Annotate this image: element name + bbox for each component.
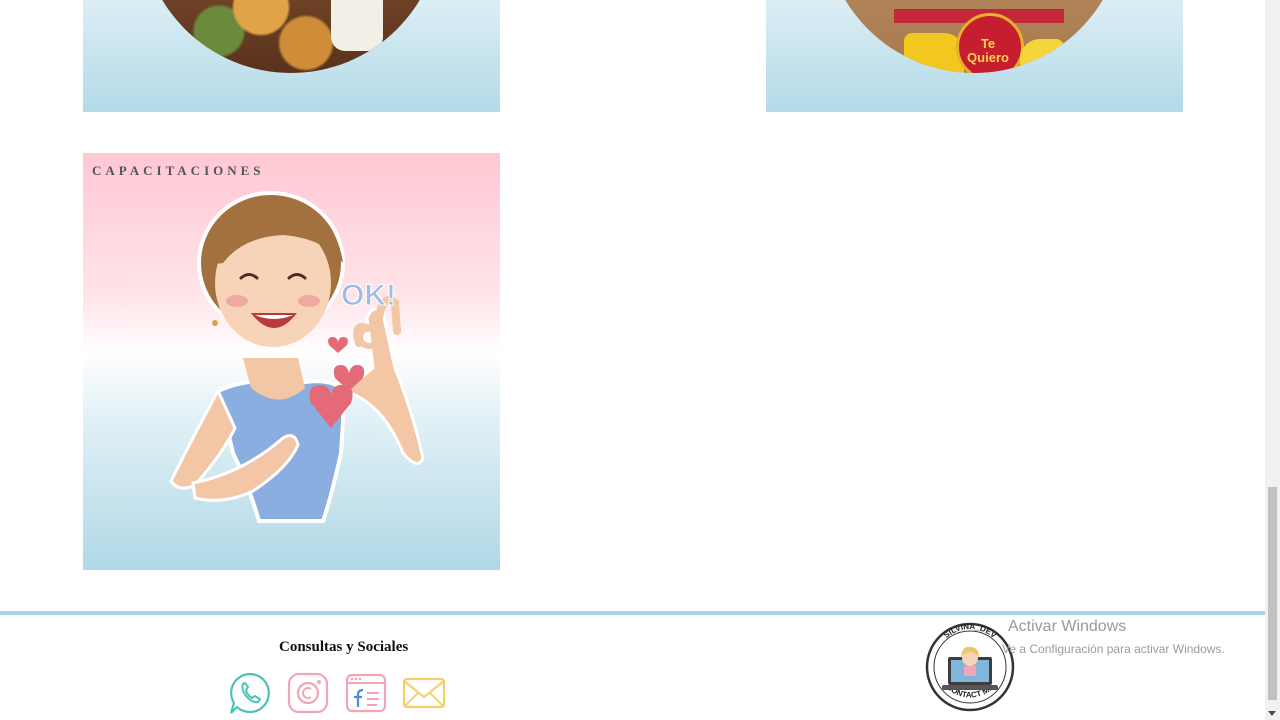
email-icon[interactable]	[402, 671, 446, 715]
scrollbar-thumb[interactable]	[1268, 487, 1277, 700]
windows-activation-watermark: Activar Windows Ve a Configuración para …	[1002, 617, 1225, 657]
food-photo	[141, 0, 441, 73]
girl-ok-illustration: OK!	[169, 191, 425, 523]
ok-speech-text: OK!	[341, 279, 396, 312]
capacitaciones-card[interactable]: CAPACITACIONES OK!	[83, 153, 500, 570]
watermark-title: Activar Windows	[1008, 618, 1127, 635]
product-card-gift-box[interactable]: Te Quiero	[766, 0, 1183, 112]
instagram-icon[interactable]	[286, 671, 330, 715]
candy	[1020, 39, 1064, 73]
cheese-block	[331, 0, 383, 51]
facebook-icon[interactable]	[344, 671, 388, 715]
footer-title: Consultas y Sociales	[279, 639, 409, 655]
watermark-subtitle: Ve a Configuración para activar Windows.	[1002, 642, 1225, 656]
whatsapp-icon[interactable]	[228, 671, 272, 715]
scroll-down-arrow-icon[interactable]	[1268, 711, 1276, 716]
product-card-food[interactable]	[83, 0, 500, 112]
candy-label: Te Quiero	[967, 36, 1009, 65]
page-scrollbar[interactable]	[1265, 0, 1280, 720]
contact-me-badge[interactable]: SILVINA_DEV CONTACT ME	[924, 617, 1016, 715]
candy	[904, 33, 964, 73]
gift-box-photo: Te Quiero	[824, 0, 1124, 73]
